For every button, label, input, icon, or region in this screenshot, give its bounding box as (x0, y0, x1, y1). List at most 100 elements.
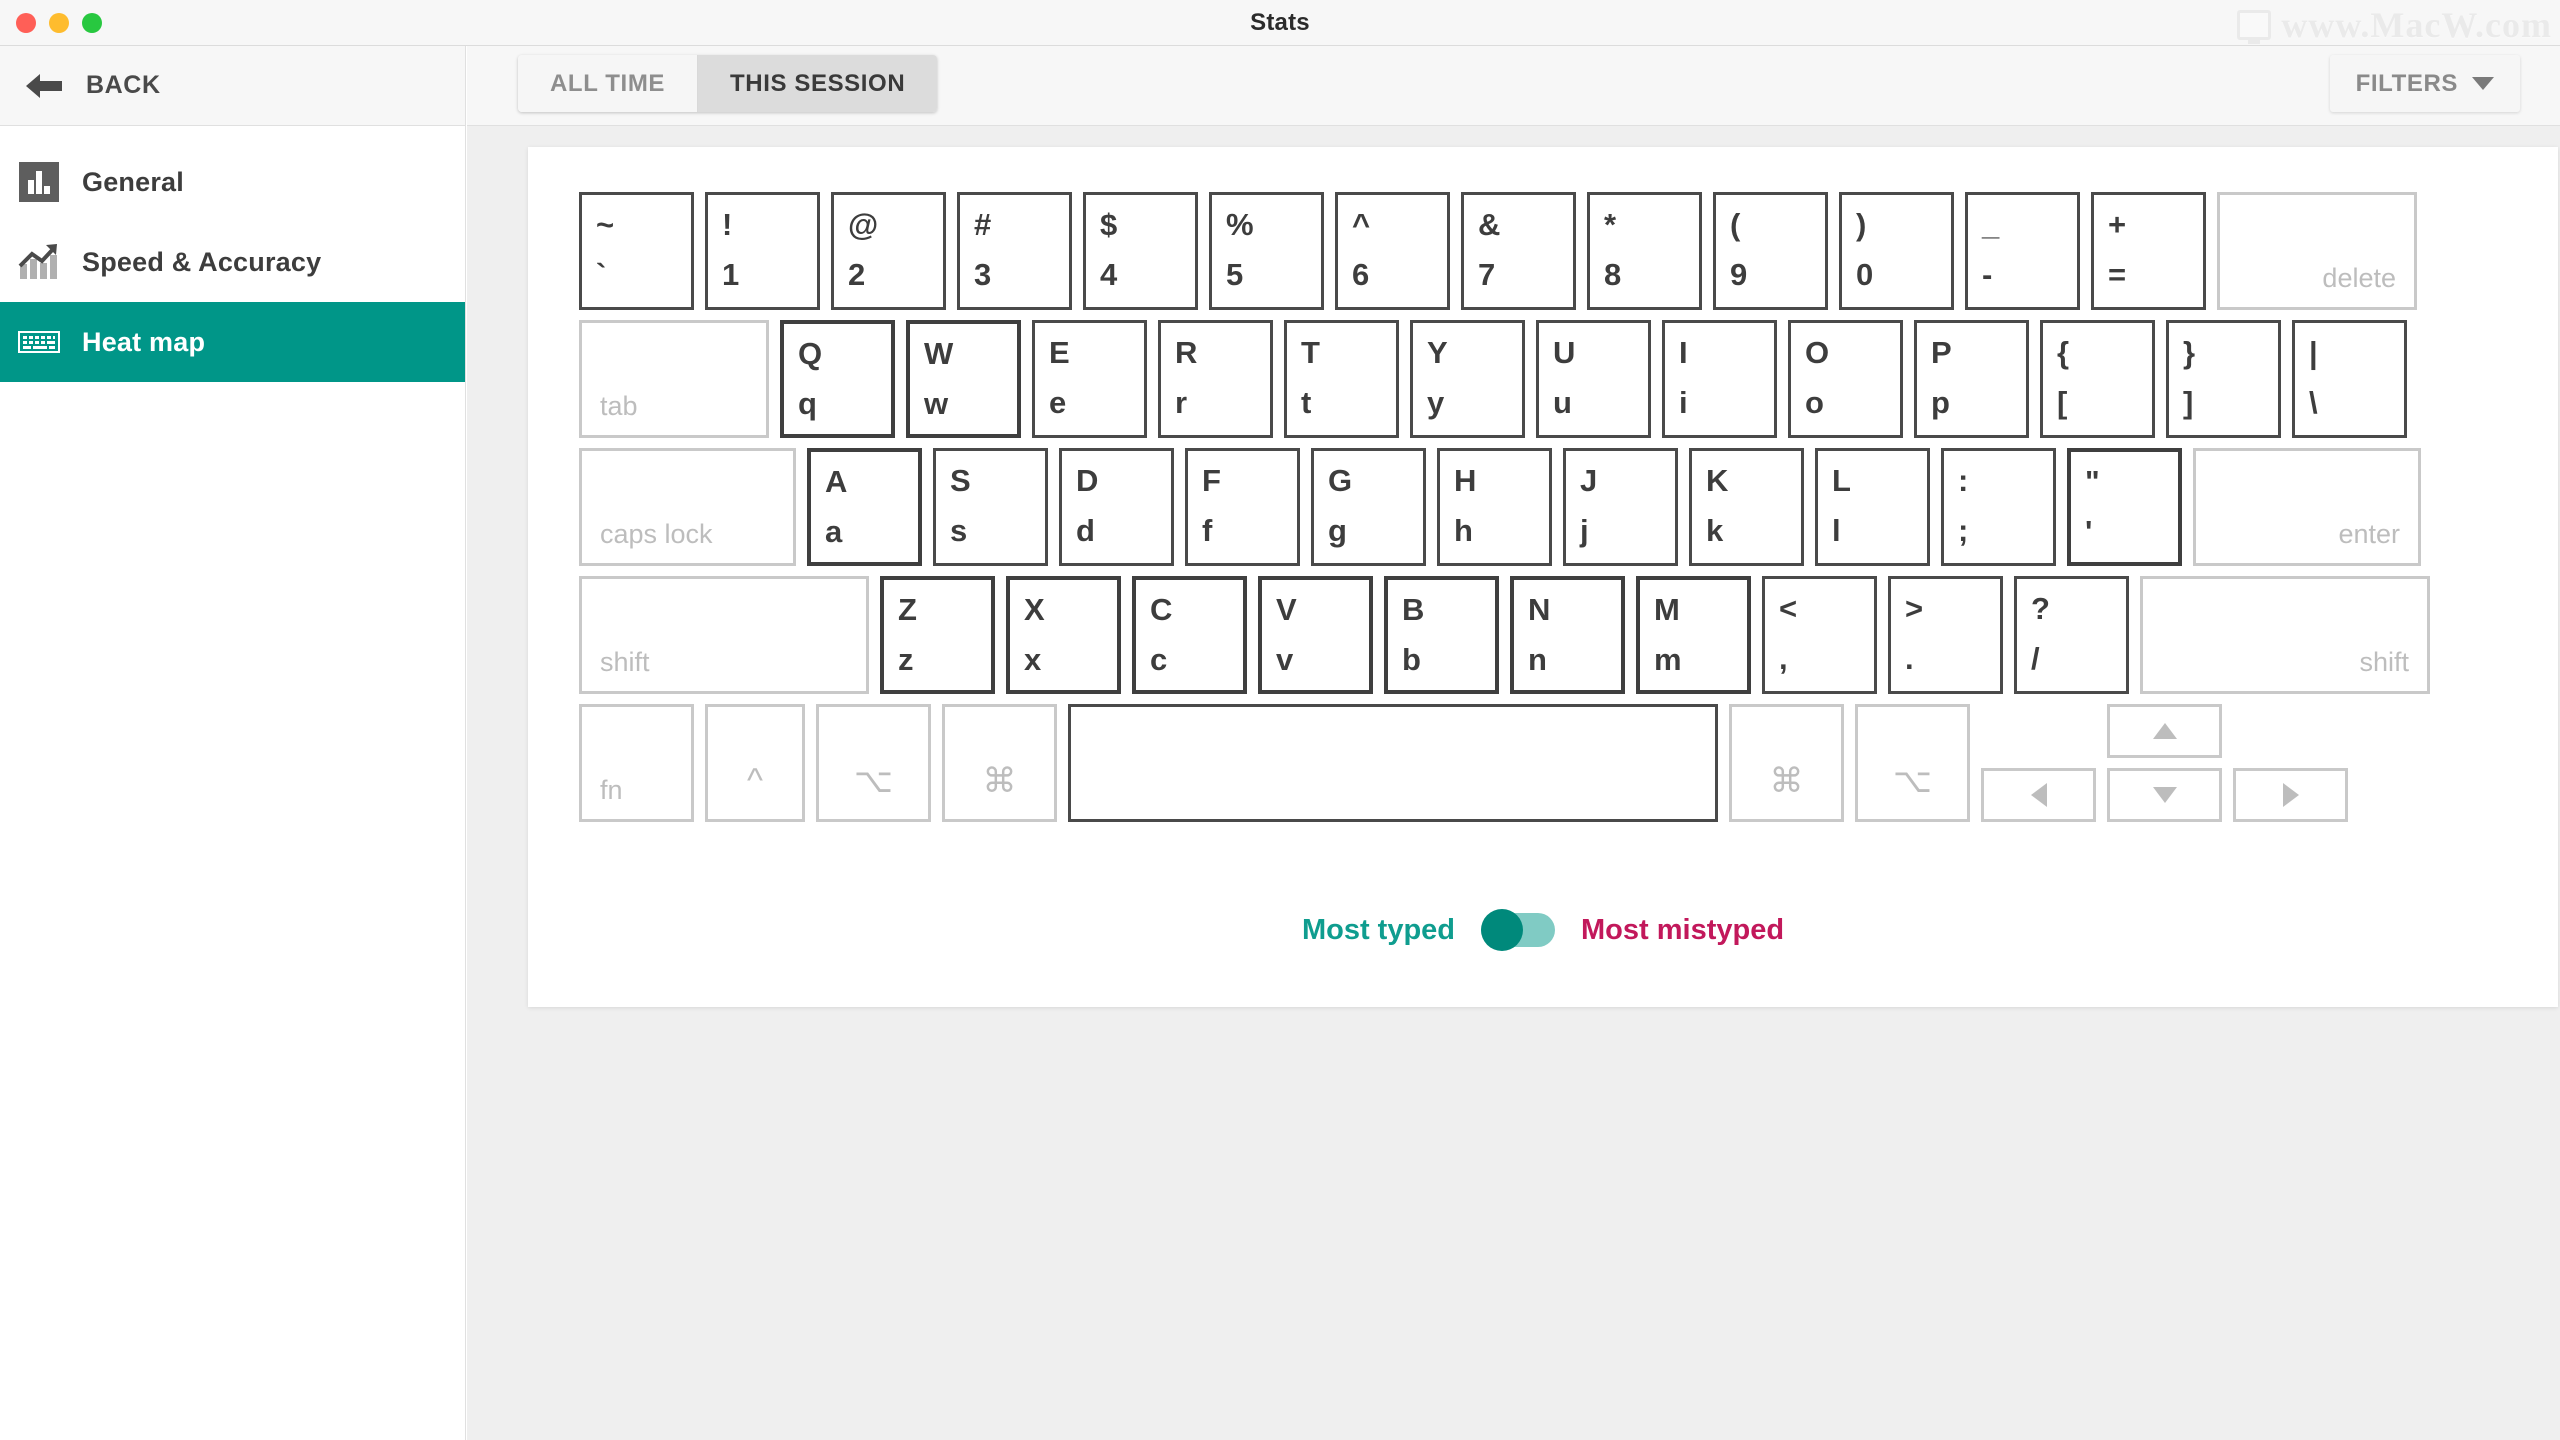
key-modifier-label: ⌥ (853, 762, 894, 800)
key-n[interactable]: Nn (1510, 576, 1625, 694)
key-k[interactable]: Kk (1689, 448, 1804, 566)
key-[interactable]: _ - (1965, 192, 2080, 310)
key-2[interactable]: @2 (831, 192, 946, 310)
key-shift[interactable]: shift (579, 576, 869, 694)
key-[interactable]: ~ ` (579, 192, 694, 310)
key-c[interactable]: Cc (1132, 576, 1247, 694)
key-shift[interactable]: shift (2140, 576, 2430, 694)
key-base-label: ; (1958, 513, 1969, 548)
key-enter[interactable]: enter (2193, 448, 2421, 566)
key-g[interactable]: Gg (1311, 448, 1426, 566)
key-[interactable]: ? / (2014, 576, 2129, 694)
key-caps-lock[interactable]: caps lock (579, 448, 796, 566)
key-o[interactable]: Oo (1788, 320, 1903, 438)
key-tab[interactable]: tab (579, 320, 769, 438)
tab-this-session[interactable]: THIS SESSION (698, 55, 938, 112)
key-base-label: j (1580, 513, 1589, 548)
key-[interactable]: <, (1762, 576, 1877, 694)
key-d[interactable]: Dd (1059, 448, 1174, 566)
key-shift-label: @ (848, 207, 879, 242)
keyboard-row: ~ `! 1 @2 #3 $4% 5 ^ 6 & 7 * 8(9) 0 _ - + = delete (579, 192, 2509, 310)
key-shift-label: S (950, 463, 971, 498)
minimize-button-icon[interactable] (49, 12, 69, 33)
key-r[interactable]: Rr (1158, 320, 1273, 438)
key-h[interactable]: Hh (1437, 448, 1552, 566)
keyboard-row: caps lock Aa Ss Dd Ff Gg Hh Jj Kk Ll:; " ' enter (579, 448, 2509, 566)
key-[interactable]: " ' (2067, 448, 2182, 566)
key-shift-label: V (1276, 592, 1297, 627)
key-6[interactable]: ^ 6 (1335, 192, 1450, 310)
filters-button[interactable]: FILTERS (2329, 55, 2520, 112)
key-modifier-label: ^ (747, 762, 763, 800)
sidebar-item-general[interactable]: General (0, 142, 465, 222)
key-arrow-right[interactable] (2233, 768, 2348, 822)
sidebar-item-heat-map[interactable]: Heat map (0, 302, 465, 382)
key-[interactable]: | \ (2292, 320, 2407, 438)
key-3[interactable]: #3 (957, 192, 1072, 310)
key-⌥[interactable]: ⌥ (816, 704, 931, 822)
key-i[interactable]: Ii (1662, 320, 1777, 438)
key-e[interactable]: Ee (1032, 320, 1147, 438)
key-space[interactable] (1068, 704, 1718, 822)
key-b[interactable]: Bb (1384, 576, 1499, 694)
arrow-left-icon (26, 73, 62, 98)
key-⌘[interactable]: ⌘ (942, 704, 1057, 822)
tab-all-time[interactable]: ALL TIME (518, 55, 699, 112)
key-shift-label: ! (722, 207, 733, 242)
key-p[interactable]: Pp (1914, 320, 2029, 438)
key-4[interactable]: $4 (1083, 192, 1198, 310)
key-base-label: r (1175, 385, 1188, 420)
key-t[interactable]: Tt (1284, 320, 1399, 438)
key-q[interactable]: Qq (780, 320, 895, 438)
key-shift-label: D (1076, 463, 1099, 498)
maximize-button-icon[interactable] (82, 12, 102, 33)
key-8[interactable]: * 8 (1587, 192, 1702, 310)
key-9[interactable]: (9 (1713, 192, 1828, 310)
key-shift-label: K (1706, 463, 1729, 498)
close-button-icon[interactable] (16, 12, 36, 33)
key-w[interactable]: Ww (906, 320, 1021, 438)
heatmap-mode-toggle[interactable] (1481, 909, 1556, 951)
key-arrow-up[interactable] (2107, 704, 2222, 758)
key-7[interactable]: & 7 (1461, 192, 1576, 310)
key-z[interactable]: Zz (880, 576, 995, 694)
key-[interactable]: :; (1941, 448, 2056, 566)
watermark: www.MacW.com (2237, 4, 2552, 46)
key-[interactable]: }] (2166, 320, 2281, 438)
key-delete[interactable]: delete (2217, 192, 2417, 310)
key-base-label: 9 (1730, 257, 1748, 292)
key-⌘[interactable]: ⌘ (1729, 704, 1844, 822)
key-y[interactable]: Yy (1410, 320, 1525, 438)
key-f[interactable]: Ff (1185, 448, 1300, 566)
key-l[interactable]: Ll (1815, 448, 1930, 566)
key-shift-label: # (974, 207, 992, 242)
key-shift-label: J (1580, 463, 1598, 498)
key-1[interactable]: ! 1 (705, 192, 820, 310)
key-⌥[interactable]: ⌥ (1855, 704, 1970, 822)
key-s[interactable]: Ss (933, 448, 1048, 566)
key-v[interactable]: Vv (1258, 576, 1373, 694)
key-^[interactable]: ^ (705, 704, 805, 822)
sidebar: BACK General Speed & Accuracy Heat map (0, 46, 466, 1440)
traffic-light-buttons[interactable] (16, 12, 102, 33)
key-u[interactable]: Uu (1536, 320, 1651, 438)
key-[interactable]: {[ (2040, 320, 2155, 438)
key-a[interactable]: Aa (807, 448, 922, 566)
key-shift-label: " (2085, 464, 2100, 499)
key-j[interactable]: Jj (1563, 448, 1678, 566)
key-base-label: b (1402, 642, 1421, 677)
key-arrow-left[interactable] (1981, 768, 2096, 822)
key-x[interactable]: Xx (1006, 576, 1121, 694)
key-modifier-label: delete (2322, 263, 2396, 293)
key-shift-label: I (1679, 335, 1688, 370)
key-arrow-down[interactable] (2107, 768, 2222, 822)
key-m[interactable]: Mm (1636, 576, 1751, 694)
back-button[interactable]: BACK (0, 46, 465, 126)
key-fn[interactable]: fn (579, 704, 694, 822)
key-[interactable]: >. (1888, 576, 2003, 694)
key-5[interactable]: % 5 (1209, 192, 1324, 310)
key-0[interactable]: ) 0 (1839, 192, 1954, 310)
key-base-label: 3 (974, 257, 992, 292)
sidebar-item-speed-accuracy[interactable]: Speed & Accuracy (0, 222, 465, 302)
key-[interactable]: + = (2091, 192, 2206, 310)
